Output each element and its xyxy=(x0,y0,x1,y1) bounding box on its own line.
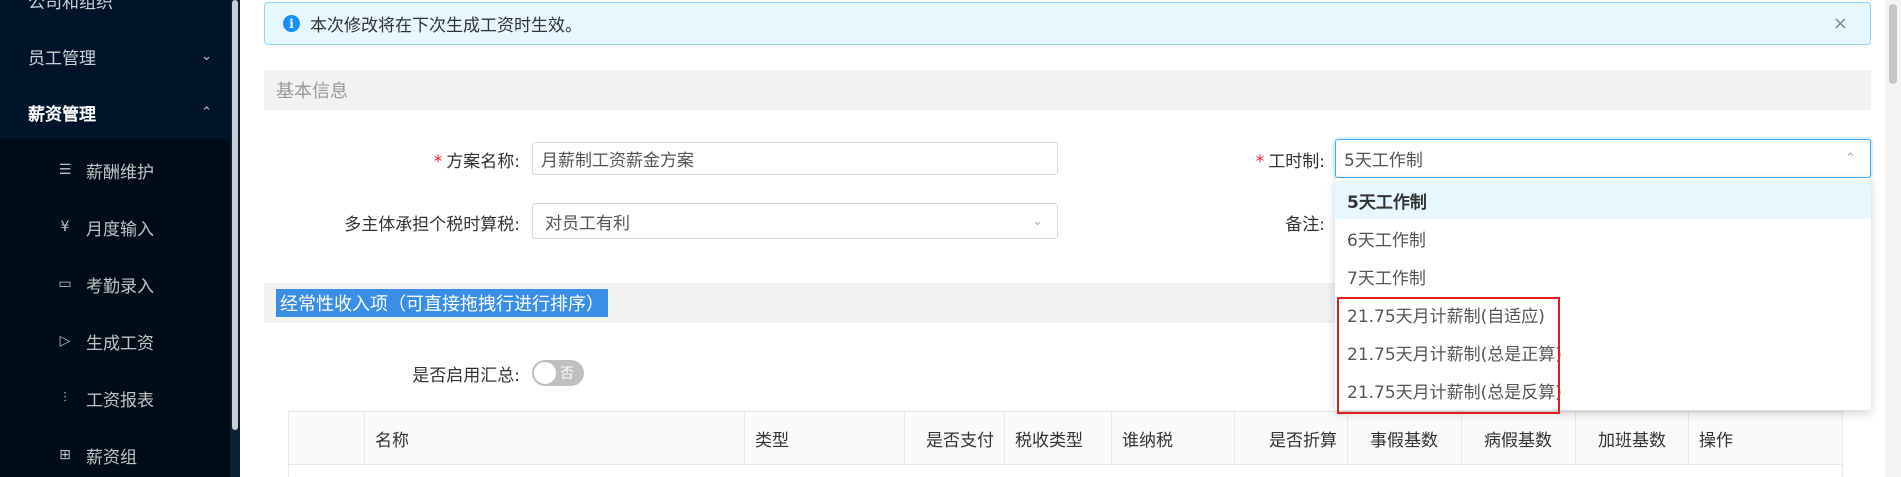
chevron-up-icon: ⌃ xyxy=(201,104,212,120)
required-mark: * xyxy=(433,152,443,172)
toggle-knob xyxy=(534,362,556,384)
sidebar-item-salary[interactable]: 薪资管理 ⌃ xyxy=(0,84,230,140)
play-circle-icon: ▷ xyxy=(59,333,71,349)
column-header-personal-leave-base: 事假基数 xyxy=(1347,412,1461,464)
section-title: 经常性收入项（可直接拖拽行进行排序） xyxy=(276,289,608,317)
income-table-body xyxy=(288,465,1843,477)
grid-icon: ⊞ xyxy=(59,447,71,463)
column-header-tax-type: 税收类型 xyxy=(1004,412,1111,464)
scheme-name-value: 月薪制工资薪金方案 xyxy=(541,151,694,171)
sidebar-item-label: 员工管理 xyxy=(28,48,96,69)
sidebar-subitem-label: 工资报表 xyxy=(86,390,154,411)
annotation-highlight-box xyxy=(1337,297,1560,414)
sidebar-subitem-monthly-input[interactable]: ¥ 月度输入 xyxy=(0,199,230,255)
sidebar-subitem-attendance[interactable]: ▭ 考勤录入 xyxy=(0,256,230,312)
required-mark: * xyxy=(1255,152,1265,172)
scrollbar-thumb[interactable] xyxy=(1889,4,1897,84)
main-content: i 本次修改将在下次生成工资时生效。 × 基本信息 * 方案名称: 月薪制工资薪金… xyxy=(240,0,1901,477)
sidebar-item-label: 公司和组织 xyxy=(28,0,113,13)
tax-mode-label: 多主体承担个税时算税: xyxy=(344,215,520,235)
chevron-down-icon: ⌄ xyxy=(201,48,212,64)
sidebar-item-company[interactable]: 公司和组织 xyxy=(0,0,230,28)
sidebar-item-employee[interactable]: 员工管理 ⌄ xyxy=(0,28,230,84)
column-header-name: 名称 xyxy=(364,412,744,464)
summary-toggle-label: 是否启用汇总: xyxy=(412,366,520,386)
scheme-name-input[interactable]: 月薪制工资薪金方案 xyxy=(532,142,1058,175)
tax-mode-select[interactable]: 对员工有利 ⌄ xyxy=(532,203,1058,239)
column-header-sick-leave-base: 病假基数 xyxy=(1461,412,1575,464)
info-alert: i 本次修改将在下次生成工资时生效。 × xyxy=(264,2,1871,45)
page-scrollbar[interactable] xyxy=(1885,0,1901,477)
sidebar-subitem-label: 薪酬维护 xyxy=(86,162,154,183)
sidebar-subitem-label: 考勤录入 xyxy=(86,276,154,297)
sidebar-subitem-salary-report[interactable]: ⫶ 工资报表 xyxy=(0,370,230,426)
work-hours-select[interactable]: 5天工作制 ⌃ xyxy=(1335,139,1871,178)
dropdown-option[interactable]: 6天工作制 xyxy=(1335,219,1871,257)
toggle-text: 否 xyxy=(560,366,574,382)
bar-chart-icon: ⫶ xyxy=(63,390,67,406)
scheme-name-label: * 方案名称: xyxy=(433,152,520,172)
work-hours-label: * 工时制: xyxy=(1255,152,1325,172)
column-header-is-paid: 是否支付 xyxy=(904,412,1004,464)
sidebar-item-label: 薪资管理 xyxy=(28,104,96,125)
calendar-icon: ▭ xyxy=(58,276,72,292)
sidebar: 公司和组织 员工管理 ⌄ 薪资管理 ⌃ ☰ 薪酬维护 ¥ 月度输入 ▭ 考勤录入… xyxy=(0,0,240,477)
sidebar-subitem-salary-maintenance[interactable]: ☰ 薪酬维护 xyxy=(0,142,230,198)
dropdown-option[interactable]: 5天工作制 xyxy=(1335,181,1871,219)
column-header-overtime-base: 加班基数 xyxy=(1575,412,1688,464)
section-title: 基本信息 xyxy=(276,81,348,102)
note-label: 备注: xyxy=(1285,215,1325,235)
column-header-drag xyxy=(289,412,364,464)
alert-message: 本次修改将在下次生成工资时生效。 xyxy=(310,16,582,36)
chevron-up-icon: ⌃ xyxy=(1845,151,1856,166)
sidebar-subitem-label: 月度输入 xyxy=(86,219,154,240)
income-table-header: 名称 类型 是否支付 税收类型 谁纳税 是否折算 事假基数 病假基数 加班基数 … xyxy=(288,411,1843,465)
sidebar-scrollbar[interactable] xyxy=(230,0,240,477)
column-header-type: 类型 xyxy=(744,412,904,464)
close-icon[interactable]: × xyxy=(1833,13,1848,34)
yen-icon: ¥ xyxy=(60,219,70,235)
summary-toggle[interactable]: 否 xyxy=(532,360,584,386)
column-header-actions: 操作 xyxy=(1688,412,1842,464)
scrollbar-thumb[interactable] xyxy=(232,0,238,430)
sidebar-subitem-salary-group[interactable]: ⊞ 薪资组 xyxy=(0,427,230,477)
sidebar-subitem-label: 薪资组 xyxy=(86,447,137,468)
column-header-taxpayer: 谁纳税 xyxy=(1111,412,1234,464)
work-hours-value: 5天工作制 xyxy=(1344,151,1423,171)
chevron-down-icon: ⌄ xyxy=(1032,213,1043,229)
info-icon: i xyxy=(283,15,300,32)
dropdown-option[interactable]: 7天工作制 xyxy=(1335,257,1871,295)
sidebar-subitem-generate-salary[interactable]: ▷ 生成工资 xyxy=(0,313,230,369)
list-icon: ☰ xyxy=(58,162,72,178)
tax-mode-value: 对员工有利 xyxy=(545,213,630,234)
sidebar-subitem-label: 生成工资 xyxy=(86,333,154,354)
column-header-is-prorated: 是否折算 xyxy=(1234,412,1347,464)
section-basic-info: 基本信息 xyxy=(264,70,1871,110)
